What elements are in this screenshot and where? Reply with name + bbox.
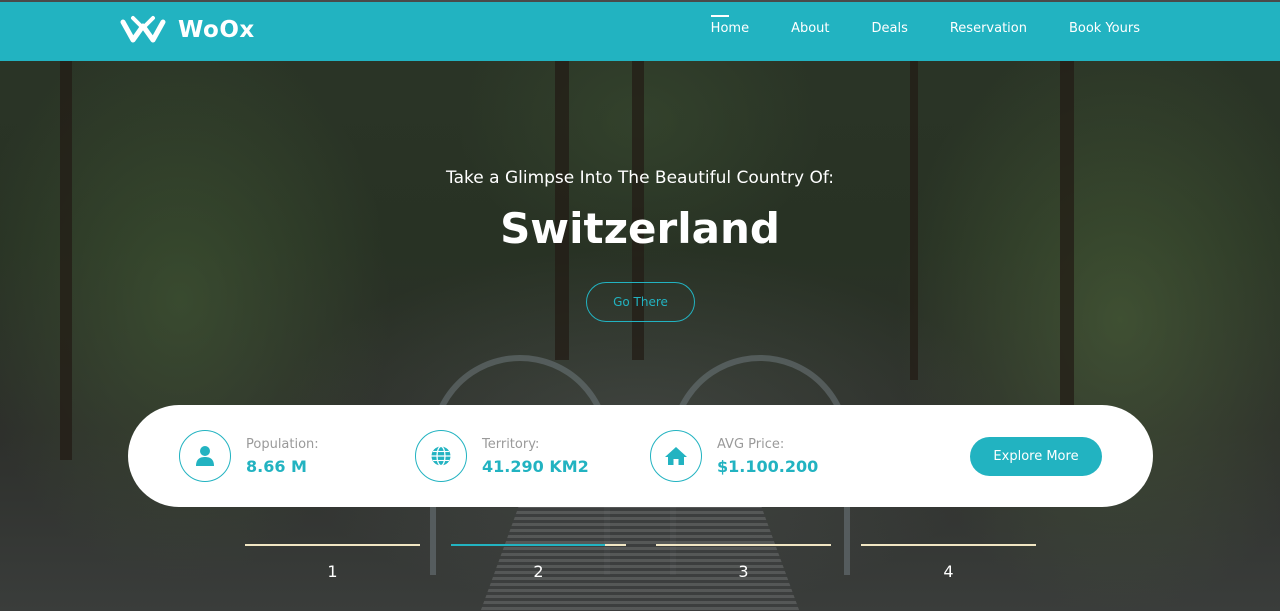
hero-subtitle: Take a Glimpse Into The Beautiful Countr… bbox=[446, 168, 834, 188]
population-value: 8.66 M bbox=[246, 456, 307, 476]
top-navbar: WoOx Home About Deals Reservation Book Y… bbox=[0, 0, 1280, 61]
slider-tab-2[interactable]: 2 bbox=[451, 544, 626, 584]
user-icon bbox=[179, 430, 231, 482]
avg-price-value: $1.100.200 bbox=[717, 456, 819, 476]
slider-tab-label: 3 bbox=[738, 562, 749, 581]
slider-tab-1[interactable]: 1 bbox=[245, 544, 420, 584]
nav-item-book-yours[interactable]: Book Yours bbox=[1069, 21, 1140, 36]
slider-tab-label: 1 bbox=[327, 562, 338, 581]
nav-item-reservation[interactable]: Reservation bbox=[950, 21, 1027, 36]
nav-item-home[interactable]: Home bbox=[710, 15, 749, 36]
slider-tab-3[interactable]: 3 bbox=[656, 544, 831, 584]
go-there-button[interactable]: Go There bbox=[586, 282, 695, 322]
population-label: Population: bbox=[246, 436, 319, 452]
slider-line bbox=[245, 544, 420, 546]
main-nav: Home About Deals Reservation Book Yours bbox=[669, 15, 1140, 36]
territory-stat: Territory: 41.290 KM2 bbox=[415, 430, 589, 482]
nav-item-deals[interactable]: Deals bbox=[872, 21, 908, 36]
woox-logo-icon bbox=[120, 14, 166, 46]
brand-logo[interactable]: WoOx bbox=[120, 14, 255, 46]
hero-title: Switzerland bbox=[500, 204, 780, 253]
slider-tab-label: 4 bbox=[943, 562, 954, 581]
brand-name: WoOx bbox=[178, 17, 255, 43]
territory-value: 41.290 KM2 bbox=[482, 456, 589, 476]
avg-price-stat: AVG Price: $1.100.200 bbox=[650, 430, 818, 482]
slider-progress bbox=[451, 544, 605, 546]
explore-more-button[interactable]: Explore More bbox=[970, 437, 1102, 476]
nav-item-about[interactable]: About bbox=[791, 21, 829, 36]
country-info-card: Population: 8.66 M Territory: 41.290 KM2… bbox=[128, 405, 1153, 507]
slider-line bbox=[861, 544, 1036, 546]
slider-line bbox=[656, 544, 831, 546]
population-stat: Population: 8.66 M bbox=[179, 430, 319, 482]
home-icon bbox=[650, 430, 702, 482]
globe-icon bbox=[415, 430, 467, 482]
slider-tab-4[interactable]: 4 bbox=[861, 544, 1036, 584]
territory-label: Territory: bbox=[482, 436, 540, 452]
slider-tab-label: 2 bbox=[533, 562, 544, 581]
avg-price-label: AVG Price: bbox=[717, 436, 785, 452]
